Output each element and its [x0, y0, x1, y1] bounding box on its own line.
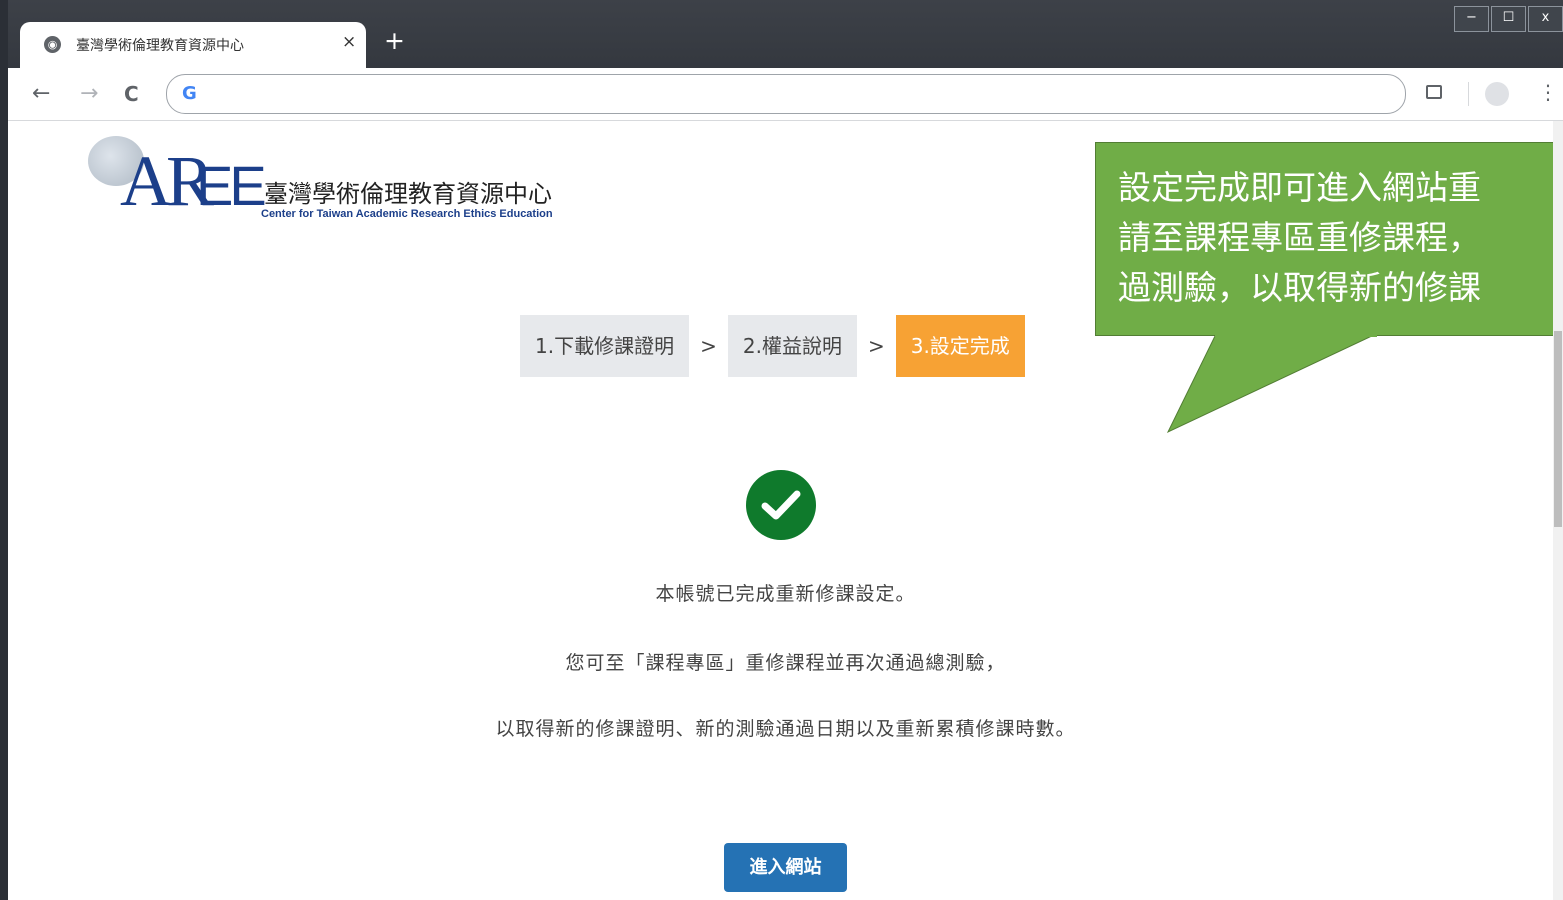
message-line-3: 以取得新的修課證明、新的測驗通過日期以及重新累積修課時數。 [495, 718, 1076, 740]
message-line-1: 本帳號已完成重新修課設定。 [655, 583, 916, 605]
callout-line-1: 設定完成即可進入網站重 [1118, 168, 1481, 207]
scrollbar-thumb[interactable] [1554, 331, 1562, 527]
message-line-2: 您可至「課程專區」重修課程並再次通過總測驗， [565, 652, 1006, 674]
progress-steps: 1.下載修課證明 > 2.權益說明 > 3.設定完成 [520, 315, 1025, 377]
vertical-scrollbar[interactable] [1553, 121, 1563, 900]
cast-icon[interactable] [1426, 85, 1442, 99]
close-window-button[interactable]: x [1528, 6, 1563, 32]
google-icon: G [182, 83, 197, 104]
logo-mark-ee: EE [196, 154, 267, 217]
callout-line-3: 過測驗，以取得新的修課 [1118, 268, 1481, 307]
profile-avatar[interactable] [1485, 82, 1509, 106]
globe-icon: ◉ [44, 36, 61, 53]
maximize-button[interactable]: ☐ [1491, 6, 1526, 32]
window-frame [0, 0, 8, 900]
step-rights-description: 2.權益說明 [727, 315, 857, 377]
logo-name-cn: 臺灣學術倫理教育資源中心 [264, 180, 552, 208]
step-setup-complete: 3.設定完成 [895, 315, 1025, 377]
minimize-button[interactable]: − [1454, 6, 1489, 32]
logo-name-en: Center for Taiwan Academic Research Ethi… [261, 208, 553, 220]
tab-title: 臺灣學術倫理教育資源中心 [76, 38, 244, 54]
enter-website-button[interactable]: 進入網站 [724, 843, 847, 892]
back-icon[interactable]: ← [32, 81, 50, 106]
window-controls: − ☐ x [1452, 6, 1563, 32]
step-separator: > [867, 334, 885, 358]
browser-window: ◉ 臺灣學術倫理教育資源中心 × + − ☐ x ← → C G ⋮ AR EE… [8, 0, 1563, 900]
callout-line-2: 請至課程專區重修課程， [1118, 218, 1481, 257]
close-tab-icon[interactable]: × [342, 32, 356, 52]
callout-pointer [1166, 334, 1377, 434]
title-bar: ◉ 臺灣學術倫理教育資源中心 × + − ☐ x [8, 0, 1563, 68]
browser-tab[interactable]: ◉ 臺灣學術倫理教育資源中心 × [20, 22, 366, 68]
callout-annotation: 設定完成即可進入網站重 請至課程專區重修課程， 過測驗，以取得新的修課 [1095, 142, 1563, 336]
step-separator: > [700, 334, 717, 358]
logo-mark: AR [120, 141, 214, 221]
check-circle-icon [746, 470, 816, 540]
new-tab-button[interactable]: + [384, 28, 405, 53]
browser-toolbar: ← → C G ⋮ [8, 68, 1563, 121]
step-download-certificate: 1.下載修課證明 [520, 315, 690, 377]
reload-icon[interactable]: C [124, 82, 139, 106]
address-input[interactable] [212, 79, 1376, 109]
menu-icon[interactable]: ⋮ [1538, 80, 1558, 104]
toolbar-divider [1468, 82, 1469, 106]
site-logo[interactable]: AR EE 臺灣學術倫理教育資源中心 Center for Taiwan Aca… [88, 136, 608, 226]
forward-icon[interactable]: → [80, 81, 98, 106]
